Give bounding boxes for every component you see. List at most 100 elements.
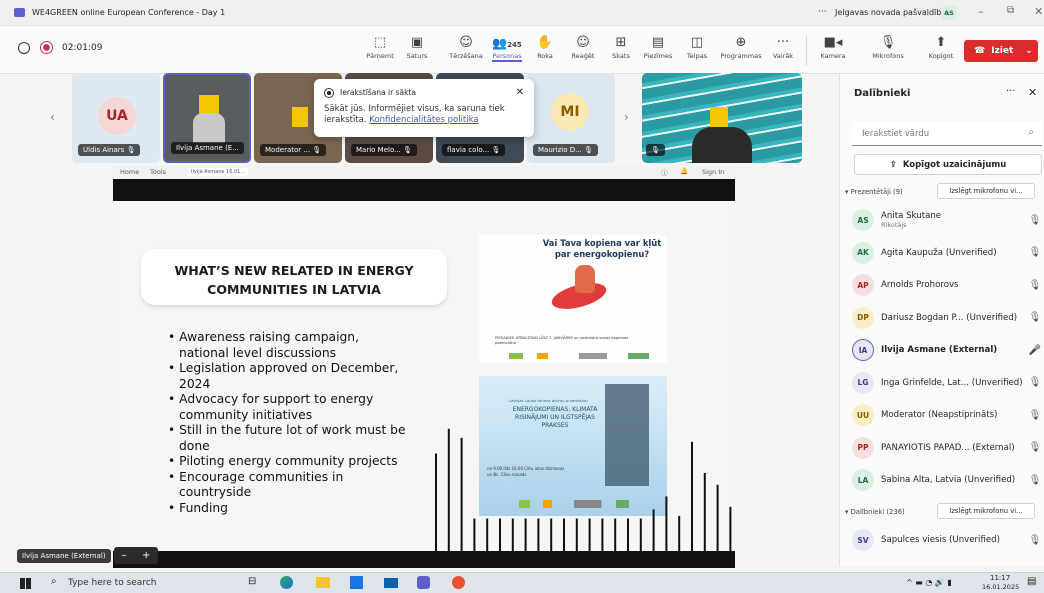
poster2-small: Latvijas Lauku forums aicina uz semināru <box>509 398 588 403</box>
view-button[interactable]: ⊞ Skats <box>605 34 637 60</box>
camera-icon: ■◂ <box>823 35 843 50</box>
zoom-out-icon[interactable]: – <box>122 550 127 561</box>
mic-off-icon: 🎙 <box>1028 534 1042 546</box>
bullet-line: • Encourage communities in <box>168 469 343 485</box>
notifications-icon[interactable]: ▤ <box>1027 576 1036 587</box>
camera-button[interactable]: ■◂ Kamera <box>817 34 849 60</box>
participant-tile[interactable]: Ilvija Asmane (E... <box>163 73 251 163</box>
mute-all-button[interactable]: Izslēgt mikrofonu vi... <box>937 183 1035 199</box>
participants-panel: Dalībnieki ··· ✕ Ierakstiet vārdu ⌕ ⇪ Kopī… <box>839 74 1044 566</box>
participant-row[interactable]: UU Moderator (Neapstiprināts) 🎙 <box>852 403 1042 427</box>
attendees-section[interactable]: ▾ Dalībnieki (236) <box>845 508 905 516</box>
tile-name: Mario Melo... 🎙 <box>351 144 417 156</box>
take-control-button[interactable]: ⬚ Pārņemt <box>364 34 396 60</box>
close-icon[interactable]: ✕ <box>516 87 524 98</box>
poster-energy-community: Vai Tava kopiena var kļūt par energokopi… <box>479 235 667 363</box>
participant-name: Arnolds Prohorovs <box>881 280 1028 290</box>
more-options-icon[interactable]: ··· <box>1006 86 1016 97</box>
bullet-marker: • <box>168 423 180 437</box>
participant-row[interactable]: PP PANAYIOTIS PAPAD... (External) 🎙 <box>852 436 1042 460</box>
rooms-button[interactable]: ◫ Telpas <box>681 34 713 60</box>
person-body <box>193 113 225 143</box>
grid-icon: ⊞ <box>615 35 627 50</box>
recording-icon <box>40 41 53 54</box>
zoom-in-icon[interactable]: + <box>142 550 150 561</box>
windows-taskbar: ⌕ Type here to search ⊟ ^ ▬ ◔ 🔊 ▮ 11:17 … <box>0 572 1044 593</box>
participant-tile[interactable]: UA Uldis Ainars 🎙 <box>72 73 160 163</box>
notes-button[interactable]: ▤ Piezīmes <box>642 34 674 60</box>
teams-icon[interactable] <box>417 576 430 589</box>
close-window-icon[interactable]: ✕ <box>1034 5 1043 18</box>
share-button[interactable]: ⬆ Kopīgot <box>923 34 959 60</box>
participant-row[interactable]: AK Agita Kaupuža (Unverified) 🎙 <box>852 241 1042 265</box>
apps-button[interactable]: ⊕ Programmas <box>716 34 766 60</box>
participant-row[interactable]: LG Inga Grinfelde, Lat... (Unverified) 🎙 <box>852 371 1042 395</box>
restore-icon[interactable]: ⧉ <box>1007 5 1014 16</box>
more-options-icon[interactable]: ··· <box>818 7 827 17</box>
participant-tile[interactable]: MI Maurizio D... 🎙 <box>527 73 615 163</box>
react-button[interactable]: ☺ Reaģēt <box>567 34 599 60</box>
bullet-text: Legislation approved on December, <box>179 361 399 375</box>
recording-text: Sākāt jūs. Informējiet visus, ka saruna … <box>324 104 505 125</box>
share-invite-button[interactable]: ⇪ Kopīgot uzaicinājumu <box>854 154 1042 175</box>
more-button[interactable]: ··· Vairāk <box>767 34 799 60</box>
privacy-link[interactable]: Konfidencialitātes politika <box>369 115 478 125</box>
content-button[interactable]: ▣ Saturs <box>401 34 433 60</box>
participant-row[interactable]: IA Ilvija Asmane (External) 🎤 <box>852 338 1042 362</box>
store-icon[interactable] <box>350 576 363 589</box>
minimize-icon[interactable]: – <box>978 5 984 18</box>
people-button[interactable]: 👥245 Personas <box>490 34 524 62</box>
teams-logo-icon <box>14 8 25 17</box>
tile-name: Moderator ... 🎙 <box>260 144 327 156</box>
take-control-icon: ⬚ <box>373 35 387 50</box>
apps-icon: ⊕ <box>735 35 747 50</box>
more-icon: ··· <box>776 35 790 50</box>
windows-start-icon[interactable] <box>20 578 31 589</box>
slide-top-band <box>113 179 735 201</box>
search-icon: ⌕ <box>1028 127 1034 138</box>
zoom-controls[interactable]: – + <box>114 547 158 564</box>
phone-icon: ☎ <box>974 46 986 56</box>
chrome-icon[interactable] <box>452 576 465 589</box>
presenter-label: Ilvija Asmane (External) <box>17 549 111 563</box>
user-avatar[interactable]: AS <box>941 6 957 20</box>
mute-all-attendees-button[interactable]: Izslēgt mikrofonu vi... <box>937 503 1035 519</box>
doc-tab: Ilvija Asmane 16.01... <box>188 168 249 176</box>
tiles-prev-button[interactable]: ‹ <box>50 110 55 124</box>
bullet-line: • Still in the future lot of work must b… <box>168 422 406 438</box>
participant-row[interactable]: LA Sabina Alta, Latvia (Unverified) 🎙 <box>852 468 1042 492</box>
system-tray-icons[interactable]: ^ ▬ ◔ 🔊 ▮ <box>906 578 952 587</box>
slide-title-line1: WHAT’S NEW RELATED IN ENERGY <box>174 263 414 278</box>
chat-button[interactable]: ☺ Tērzēšana <box>449 34 483 60</box>
close-panel-icon[interactable]: ✕ <box>1028 86 1037 99</box>
participant-name-text: Arnolds Prohorovs <box>881 280 959 290</box>
search-input[interactable]: Ierakstiet vārdu ⌕ <box>852 122 1042 146</box>
speaker-video[interactable]: 🎙 <box>642 73 802 163</box>
shield-icon <box>18 42 30 54</box>
mail-icon[interactable] <box>384 578 398 588</box>
participant-row[interactable]: DP Dariusz Bogdan P... (Unverified) 🎙 <box>852 306 1042 330</box>
participant-row[interactable]: AP Arnolds Prohorovs 🎙 <box>852 273 1042 297</box>
tile-name: flavia colo... 🎙 <box>442 144 506 156</box>
presenters-section[interactable]: ▾ Prezentētāji (9) <box>845 188 903 196</box>
blurred-face <box>710 107 728 129</box>
mic-button[interactable]: 🎙 Mikrofons <box>866 34 910 60</box>
avatar: DP <box>852 306 874 329</box>
file-explorer-icon[interactable] <box>316 577 330 588</box>
raise-hand-button[interactable]: ✋ Roka <box>529 34 561 60</box>
leave-button[interactable]: ☎ Iziet ⌄ <box>964 40 1038 62</box>
share-icon: ⬆ <box>935 35 947 50</box>
task-view-icon[interactable]: ⊟ <box>248 576 256 587</box>
participant-name-text: Sapulces viesis (Unverified) <box>881 535 1000 545</box>
bullet-marker: • <box>168 361 180 375</box>
participant-name: Dariusz Bogdan P... (Unverified) <box>881 313 1028 323</box>
tiles-next-button[interactable]: › <box>624 110 629 124</box>
edge-icon[interactable] <box>280 576 293 589</box>
chevron-down-icon: ⌄ <box>1025 46 1033 56</box>
participant-row[interactable]: SV Sapulces viesis (Unverified) 🎙 <box>852 528 1042 552</box>
participant-row[interactable]: AS Anita Skutane Rīkotājs 🎙 <box>852 208 1042 232</box>
clock-time: 11:17 <box>990 574 1011 582</box>
taskbar-search[interactable]: Type here to search <box>68 578 156 588</box>
poster1-title: Vai Tava kopiena var kļūt par energokopi… <box>542 238 662 259</box>
bullet-text: Funding <box>179 500 228 515</box>
